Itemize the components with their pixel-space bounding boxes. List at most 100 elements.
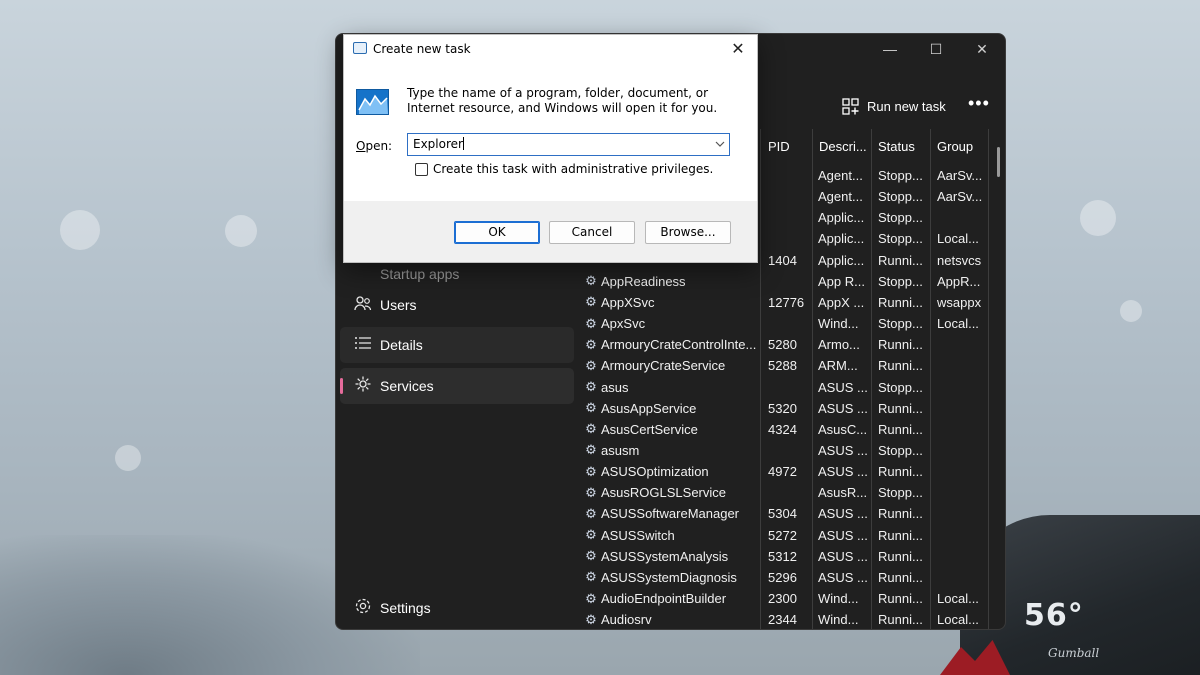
service-pid-cell [768, 482, 816, 503]
service-status-cell: Runni... [878, 527, 923, 543]
column-header-status[interactable]: Status [871, 129, 915, 165]
close-window-button[interactable]: ✕ [959, 34, 1005, 64]
service-status-cell: Runni... [878, 569, 923, 585]
more-options-button[interactable]: ••• [968, 93, 990, 114]
column-header-pid[interactable]: PID [761, 129, 790, 165]
service-description-cell: ARM... [818, 358, 858, 374]
service-name: AudioEndpointBuilder [601, 591, 727, 606]
ok-button[interactable]: OK [454, 221, 540, 244]
service-gear-icon: ⚙ [585, 590, 597, 606]
service-name: asusm [601, 442, 640, 458]
vertical-scrollbar[interactable] [997, 147, 1000, 177]
open-label: Open: [356, 139, 392, 153]
sidebar-item-settings[interactable]: Settings [340, 590, 574, 626]
service-status-cell: Runni... [878, 358, 923, 374]
column-header-description[interactable]: Descri... [812, 129, 867, 165]
table-row[interactable]: ⚙ AppReadiness App R... Stopp... AppR... [578, 271, 1005, 292]
table-row[interactable]: ⚙ AsusCertService 4324 AsusC... Runni... [578, 419, 1005, 440]
wallpaper-snowflake [1080, 200, 1116, 236]
dialog-close-button[interactable]: ✕ [725, 37, 751, 61]
service-status-cell: Stopp... [878, 379, 923, 395]
table-row[interactable]: ⚙ asusm ASUS ... Stopp... [578, 440, 1005, 461]
service-group-cell [937, 461, 989, 482]
service-gear-icon: ⚙ [585, 463, 597, 479]
sidebar-item-label: Settings [380, 600, 431, 616]
sidebar-item-label: Services [380, 378, 434, 394]
service-description-cell: Agent... [818, 189, 863, 205]
table-row[interactable]: ⚙ ApxSvc Wind... Stopp... Local... [578, 313, 1005, 334]
table-row[interactable]: ⚙ ArmouryCrateControlInte... 5280 Armo... Ru… [578, 334, 1005, 355]
service-description-cell: Agent... [818, 168, 863, 183]
service-name: AppXSvc [601, 294, 655, 310]
service-group-cell [937, 440, 989, 461]
table-row[interactable]: ⚙ ASUSSwitch 5272 ASUS ... Runni... [578, 525, 1005, 546]
table-row[interactable]: ⚙ AsusAppService 5320 ASUS ... Runni... [578, 398, 1005, 419]
browse-button[interactable]: Browse... [645, 221, 731, 244]
table-row[interactable]: ⚙ AudioEndpointBuilder 2300 Wind... Runni...… [578, 588, 1005, 609]
service-name-cell: ⚙ ASUSSoftwareManager [584, 503, 760, 524]
service-name-cell: ⚙ ASUSOptimization [584, 461, 760, 482]
service-gear-icon: ⚙ [585, 569, 597, 585]
service-group-cell [937, 377, 989, 398]
service-name-cell: ⚙ ArmouryCrateControlInte... [584, 334, 760, 355]
service-pid-cell [768, 440, 816, 461]
service-pid-cell: 5272 [768, 527, 797, 543]
service-pid-cell: 4324 [768, 421, 797, 437]
table-row[interactable]: ⚙ AppXSvc 12776 AppX ... Runni... wsappx [578, 292, 1005, 313]
open-input[interactable]: Explorer [407, 133, 730, 156]
column-header-group[interactable]: Group [930, 129, 973, 165]
service-pid-cell: 1404 [768, 252, 797, 268]
service-pid-cell [768, 313, 816, 334]
minimize-button[interactable]: — [867, 34, 913, 64]
service-description-cell: ASUS ... [818, 400, 868, 416]
service-status-cell: Stopp... [878, 273, 923, 289]
table-row[interactable]: ⚙ AsusROGLSLService AsusR... Stopp... [578, 482, 1005, 503]
table-row[interactable]: ⚙ ASUSSystemAnalysis 5312 ASUS ... Runni... [578, 546, 1005, 567]
text-caret [462, 137, 464, 150]
service-description-cell: ASUS ... [818, 379, 868, 395]
service-name-cell: ⚙ ApxSvc [584, 313, 760, 334]
service-group-cell [937, 546, 989, 567]
sidebar-item-users[interactable]: Users [340, 287, 574, 323]
wallpaper-snowflake [1120, 300, 1142, 322]
table-row[interactable]: ⚙ ASUSSoftwareManager 5304 ASUS ... Runni... [578, 503, 1005, 524]
service-gear-icon: ⚙ [585, 400, 597, 416]
service-description-cell: ASUS ... [818, 442, 868, 458]
service-name-cell: ⚙ ASUSSystemDiagnosis [584, 567, 760, 588]
service-name: ApxSvc [601, 316, 646, 332]
service-group-cell [937, 419, 989, 440]
admin-privileges-checkbox-row[interactable]: Create this task with administrative pri… [415, 162, 713, 176]
sidebar-item-services[interactable]: Services [340, 368, 574, 404]
cancel-button[interactable]: Cancel [549, 221, 635, 244]
service-description-cell: ASUS ... [818, 527, 868, 543]
services-icon [340, 375, 380, 398]
admin-privileges-checkbox[interactable] [415, 162, 428, 176]
service-group-cell [937, 207, 989, 228]
maximize-button[interactable]: ☐ [913, 34, 959, 64]
service-pid-cell: 4972 [768, 464, 797, 480]
table-row[interactable]: ⚙ asus ASUS ... Stopp... [578, 377, 1005, 398]
service-status-cell: Runni... [878, 400, 923, 416]
service-name-cell: ⚙ AsusAppService [584, 398, 760, 419]
service-group-cell [937, 567, 989, 588]
sidebar-item-label: Details [380, 337, 423, 353]
service-pid-cell [768, 271, 816, 292]
table-row[interactable]: ⚙ Audiosrv 2344 Wind... Runni... Local... [578, 609, 1005, 629]
service-group-cell [937, 482, 989, 503]
table-row[interactable]: ⚙ ASUSSystemDiagnosis 5296 ASUS ... Runni... [578, 567, 1005, 588]
service-pid-cell [768, 186, 816, 207]
service-name: AppReadiness [601, 273, 686, 289]
service-status-cell: Runni... [878, 591, 923, 606]
chevron-down-icon[interactable] [715, 134, 725, 155]
service-description-cell: Wind... [818, 612, 859, 628]
run-task-icon [842, 97, 859, 115]
service-group-cell [937, 334, 989, 355]
table-row[interactable]: ⚙ ASUSOptimization 4972 ASUS ... Runni... [578, 461, 1005, 482]
service-status-cell: Runni... [878, 421, 923, 437]
sidebar-item-details[interactable]: Details [340, 327, 574, 363]
service-status-cell: Runni... [878, 464, 923, 480]
service-gear-icon: ⚙ [585, 315, 597, 331]
table-row[interactable]: ⚙ ArmouryCrateService 5288 ARM... Runni... [578, 355, 1005, 376]
run-new-task-button[interactable]: Run new task [842, 93, 946, 119]
settings-gear-icon [340, 597, 380, 620]
